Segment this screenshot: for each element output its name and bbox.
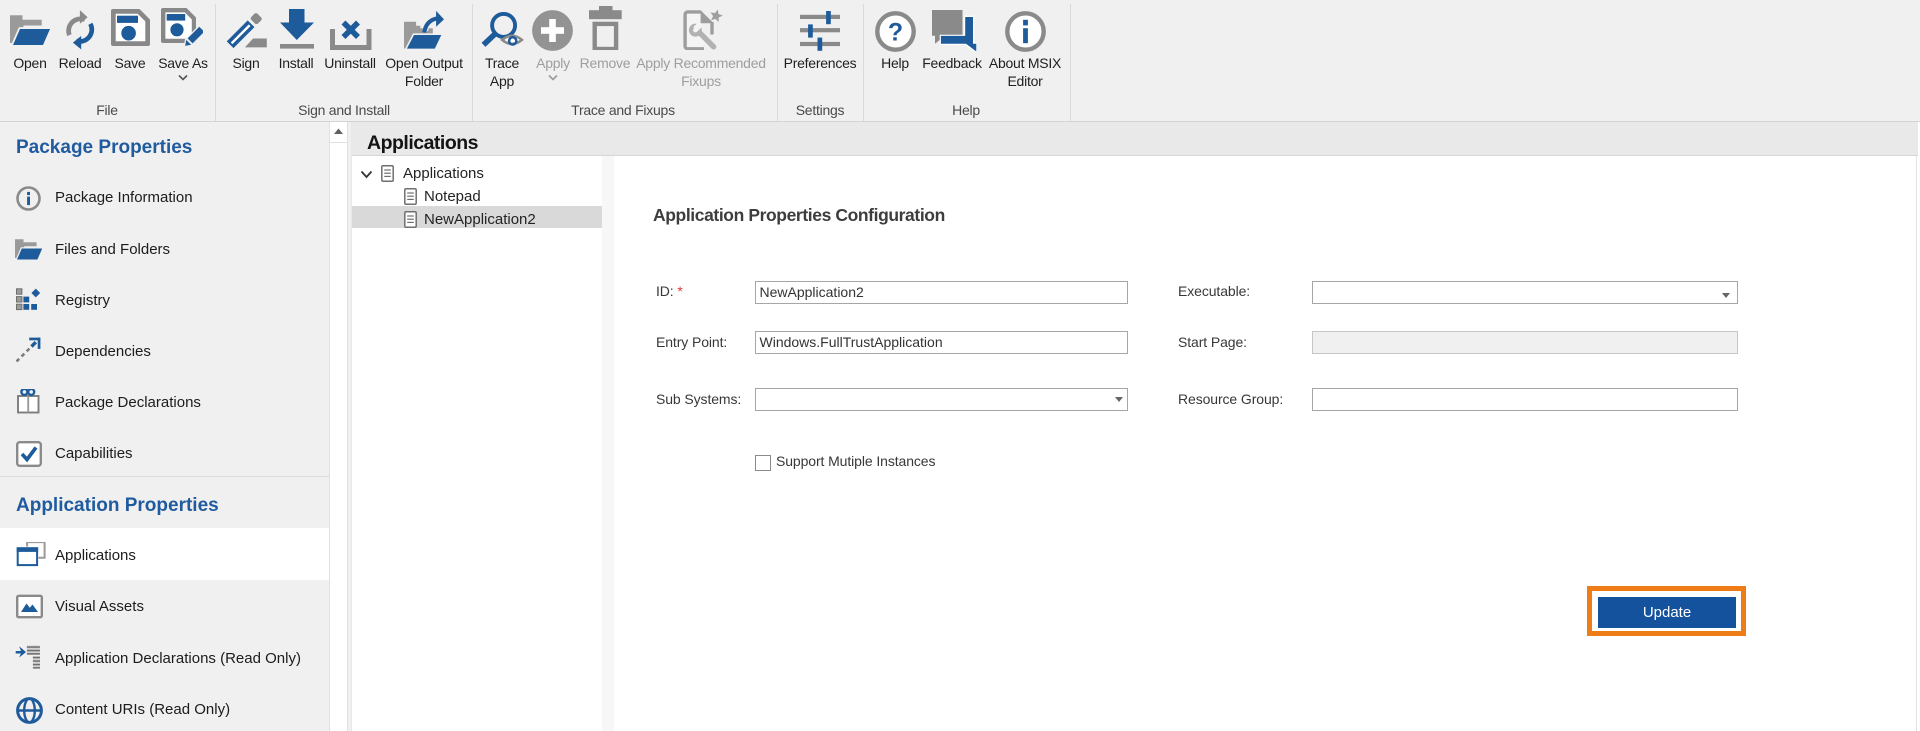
- svg-text:?: ?: [888, 19, 903, 47]
